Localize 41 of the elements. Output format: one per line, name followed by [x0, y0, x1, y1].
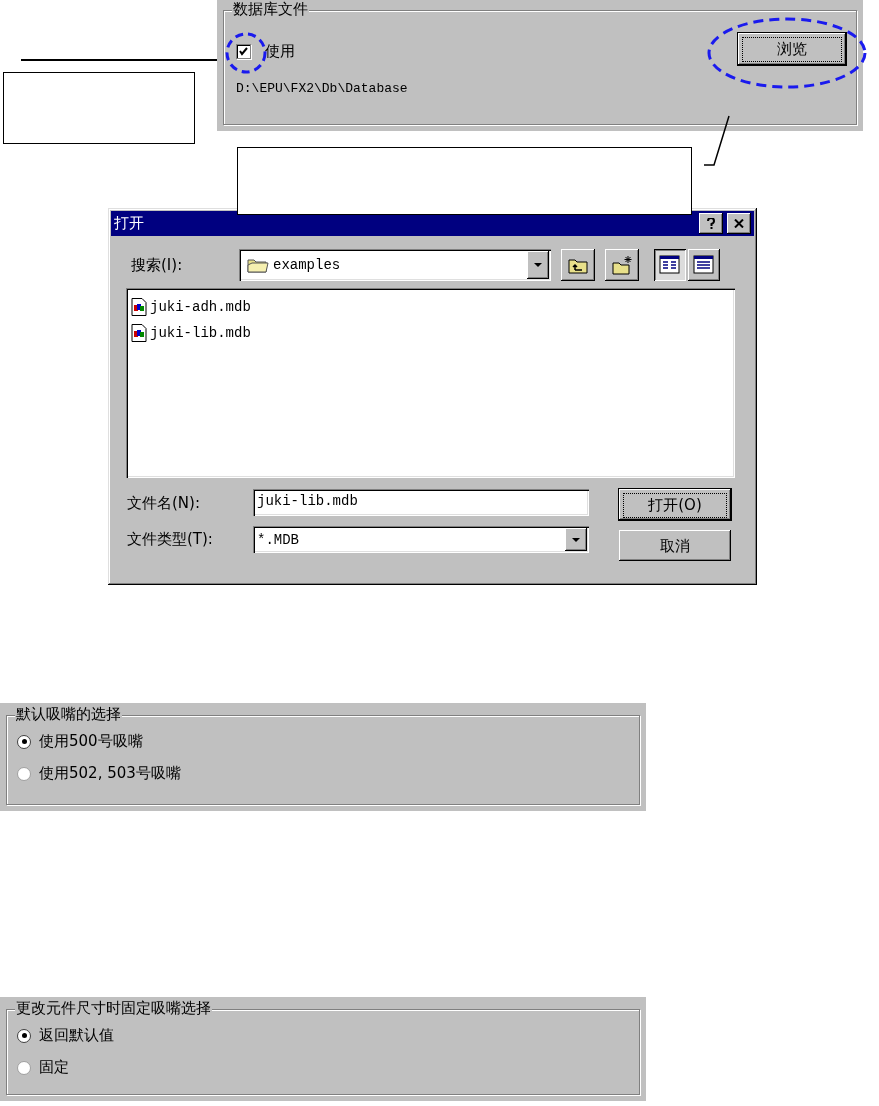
help-icon: [707, 218, 715, 229]
field-label: 文件名(N):: [127, 493, 201, 513]
checkbox[interactable]: [236, 43, 251, 59]
list-view-icon: [659, 255, 681, 275]
radio-button[interactable]: [17, 734, 31, 749]
file-name-field[interactable]: juki-lib.mdb: [253, 489, 589, 516]
up-folder-button[interactable]: [561, 249, 595, 281]
help-button[interactable]: [699, 213, 723, 234]
radio-label: 固定: [39, 1058, 69, 1077]
leader-line: [702, 114, 732, 169]
browse-button[interactable]: 浏览: [738, 33, 846, 65]
details-view-button[interactable]: [688, 249, 720, 281]
radio-label: 使用502, 503号吸嘴: [39, 764, 181, 783]
field-label: 文件类型(T):: [127, 529, 214, 549]
radio-button[interactable]: [17, 766, 31, 781]
file-type-dropdown[interactable]: *.MDB: [253, 526, 589, 553]
open-button[interactable]: 打开(O): [619, 489, 731, 520]
radio-label: 返回默认值: [39, 1026, 114, 1045]
file-item[interactable]: juki-adh.mdb: [150, 299, 251, 315]
new-folder-icon: [611, 255, 633, 275]
group-title: 更改元件尺寸时固定吸嘴选择: [15, 999, 212, 1017]
close-icon: [734, 219, 744, 228]
file-item[interactable]: juki-lib.mdb: [150, 325, 251, 341]
field-label: 搜索(I):: [130, 255, 184, 275]
database-path: D:\EPU\FX2\Db\Database: [236, 81, 409, 96]
window-title: 打开: [114, 214, 144, 233]
checkbox-label: 使用: [265, 41, 295, 61]
database-file-icon: [131, 324, 147, 342]
radio-label: 使用500号吸嘴: [39, 732, 143, 751]
close-button[interactable]: [727, 213, 751, 234]
folder-icon: [247, 257, 269, 273]
folder-dropdown[interactable]: examples: [239, 249, 551, 281]
group-title: 默认吸嘴的选择: [15, 705, 122, 723]
radio-button[interactable]: [17, 1060, 31, 1075]
new-folder-button[interactable]: [605, 249, 639, 281]
group-title: 数据库文件: [232, 0, 309, 18]
radio-button[interactable]: [17, 1028, 31, 1043]
list-view-button[interactable]: [654, 249, 686, 281]
details-view-icon: [693, 255, 715, 275]
database-file-icon: [131, 298, 147, 316]
cancel-button[interactable]: 取消: [619, 530, 731, 561]
